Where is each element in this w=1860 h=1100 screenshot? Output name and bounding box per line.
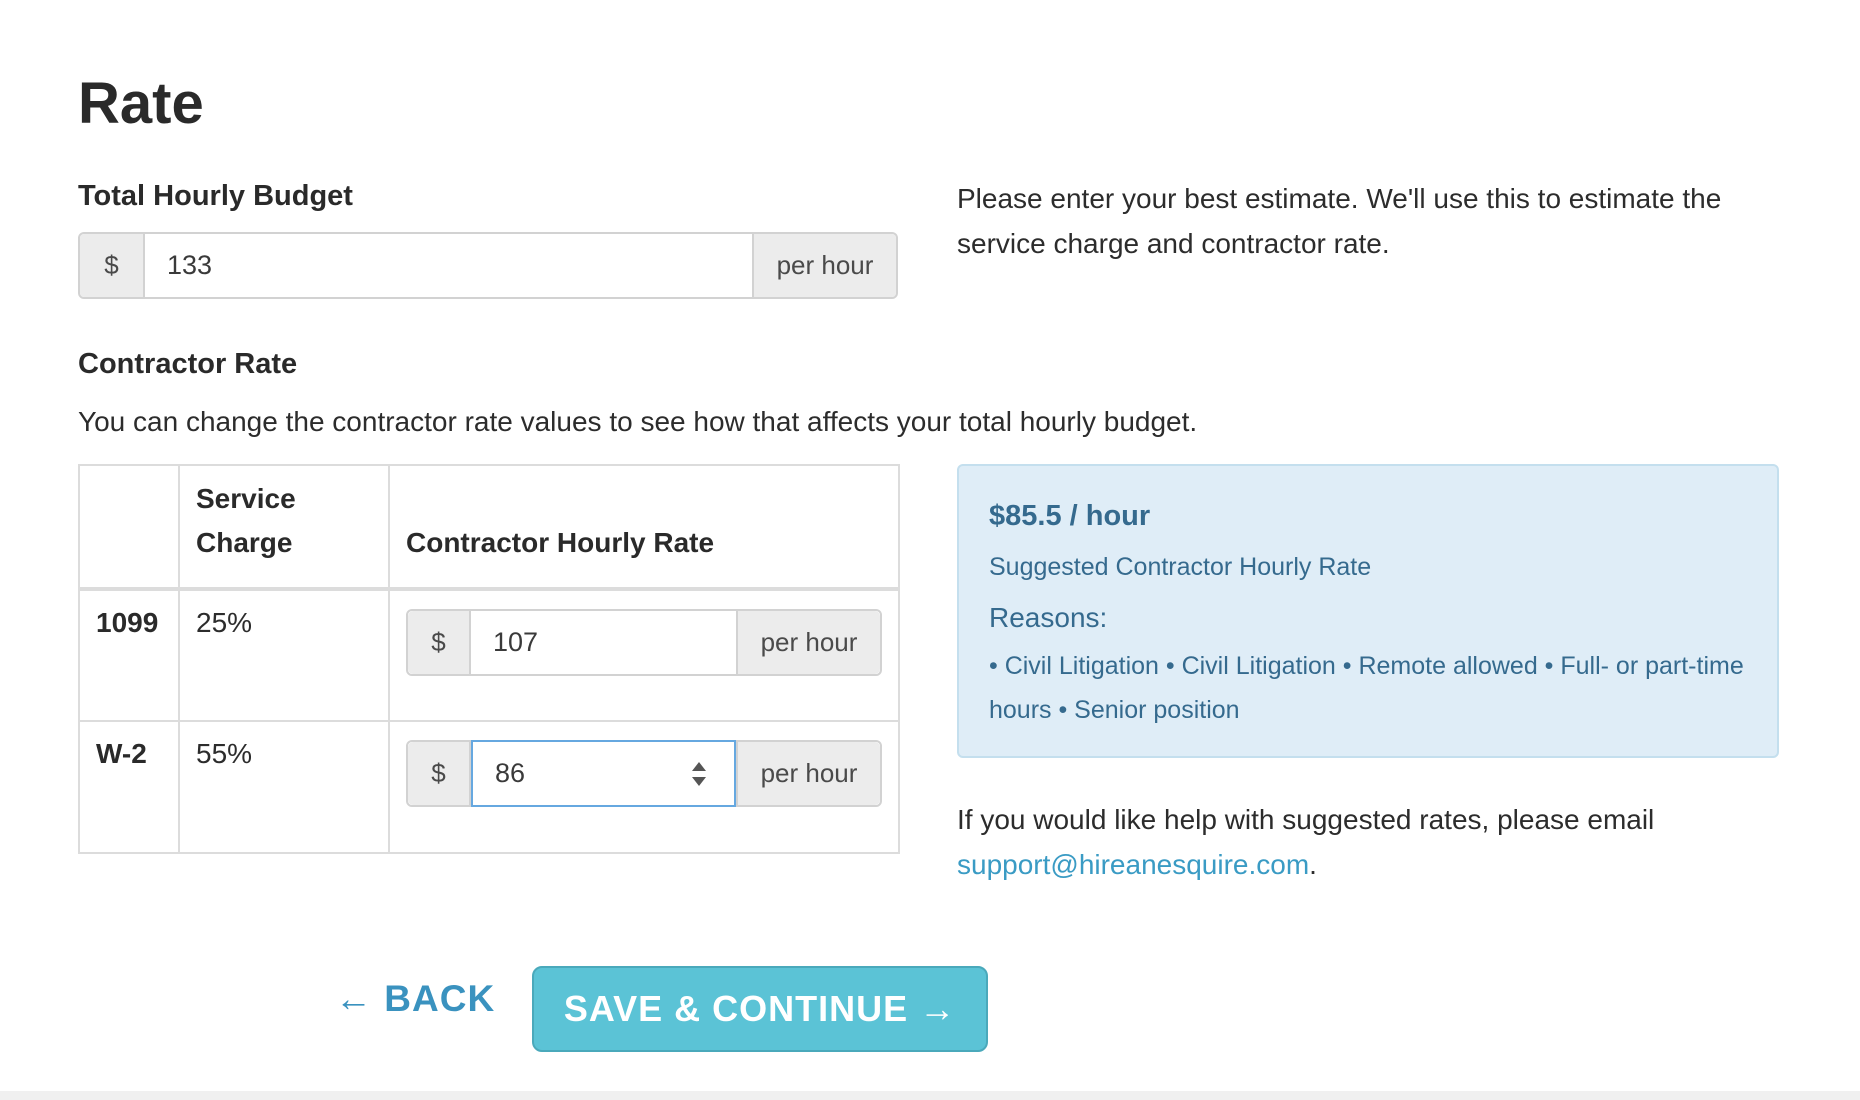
row-rate-cell-1099: $ per hour xyxy=(388,588,900,722)
rate-currency-addon-w2: $ xyxy=(408,742,471,805)
rate-input-group-1099: $ per hour xyxy=(406,609,882,676)
total-hourly-budget-label: Total Hourly Budget xyxy=(78,180,353,212)
reasons-list: • Civil Litigation • Civil Litigation • … xyxy=(989,652,1744,724)
table-header-contractor-hourly-rate: Contractor Hourly Rate xyxy=(388,464,900,591)
footer-divider xyxy=(0,1091,1860,1100)
row-type-1099: 1099 xyxy=(78,588,180,722)
row-rate-cell-w2: $ per hour xyxy=(388,720,900,854)
suggested-rate-amount: $85.5 / hour xyxy=(989,500,1151,532)
page-title: Rate xyxy=(78,71,204,136)
rate-input-1099[interactable] xyxy=(471,611,736,674)
reasons-title: Reasons: xyxy=(989,602,1108,633)
total-hourly-budget-group: $ per hour xyxy=(78,232,898,299)
back-button[interactable]: ← BACK xyxy=(335,978,495,1020)
spinner-up-icon[interactable] xyxy=(692,761,706,771)
total-hourly-budget-input[interactable] xyxy=(145,234,752,297)
rate-currency-addon-1099: $ xyxy=(408,611,471,674)
contractor-rate-table: Service Charge Contractor Hourly Rate 10… xyxy=(78,464,900,854)
email-help-sentence: If you would like help with suggested ra… xyxy=(957,804,1655,835)
save-and-continue-button[interactable]: SAVE & CONTINUE → xyxy=(532,966,988,1052)
number-spinner[interactable] xyxy=(686,761,712,786)
row-service-charge-1099: 25% xyxy=(178,588,390,722)
budget-currency-addon: $ xyxy=(80,234,145,297)
rate-per-hour-addon-1099: per hour xyxy=(736,611,880,674)
page: Rate Total Hourly Budget $ per hour Plea… xyxy=(0,0,1860,1100)
contractor-rate-label: Contractor Rate xyxy=(78,348,298,380)
budget-help-text: Please enter your best estimate. We'll u… xyxy=(957,183,1722,259)
support-email-link[interactable]: support@hireanesquire.com xyxy=(957,849,1309,880)
table-header-type xyxy=(78,464,180,591)
table-row-1099: 1099 25% $ per hour xyxy=(78,588,900,722)
email-help-period: . xyxy=(1309,849,1317,880)
table-header-row: Service Charge Contractor Hourly Rate xyxy=(78,464,900,591)
rate-per-hour-addon-w2: per hour xyxy=(736,742,880,805)
contractor-rate-help-text: You can change the contractor rate value… xyxy=(78,406,1198,437)
suggested-rate-panel: $85.5 / hour Suggested Contractor Hourly… xyxy=(957,464,1779,758)
suggested-rate-subtitle: Suggested Contractor Hourly Rate xyxy=(989,553,1372,581)
row-service-charge-w2: 55% xyxy=(178,720,390,854)
rate-input-focus-ring-w2 xyxy=(471,740,736,807)
row-type-w2: W-2 xyxy=(78,720,180,854)
budget-per-hour-addon: per hour xyxy=(752,234,896,297)
table-header-service-charge: Service Charge xyxy=(178,464,390,591)
rate-input-group-w2: $ per hour xyxy=(406,740,882,807)
rate-input-w2[interactable] xyxy=(473,742,686,805)
email-help-text: If you would like help with suggested ra… xyxy=(957,797,1737,887)
table-row-w2: W-2 55% $ per hour xyxy=(78,720,900,854)
spinner-down-icon[interactable] xyxy=(692,776,706,786)
